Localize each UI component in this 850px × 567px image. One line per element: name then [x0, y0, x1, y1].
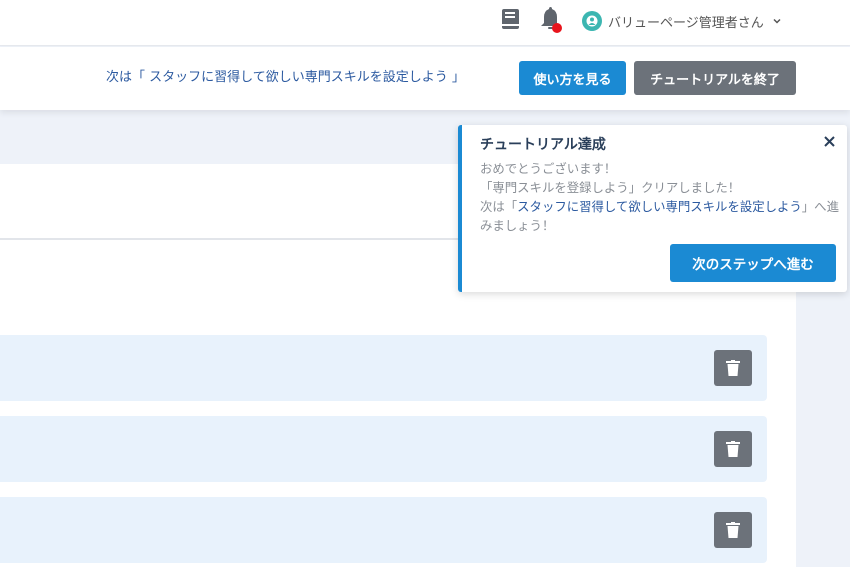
skill-row — [0, 335, 767, 401]
trash-icon — [726, 360, 740, 376]
tutorial-complete-popup: チュートリアル達成 おめでとうございます！ 「専門スキルを登録しよう」クリアしま… — [458, 125, 847, 292]
next-step-button[interactable]: 次のステップへ進む — [670, 244, 836, 282]
skill-row — [0, 416, 767, 482]
end-tutorial-button[interactable]: チュートリアルを終了 — [634, 61, 796, 95]
popup-body: おめでとうございます！ 「専門スキルを登録しよう」クリアしました！ 次は「スタッ… — [480, 159, 840, 235]
tutorial-bar: 次は「 スタッフに習得して欲しい専門スキルを設定しよう 」 使い方を見る チュー… — [0, 47, 850, 110]
book-icon[interactable] — [501, 8, 520, 30]
close-icon — [823, 135, 835, 147]
popup-line: 「専門スキルを登録しよう」クリアしました！ — [480, 180, 741, 195]
user-menu[interactable]: バリューページ管理者さん — [582, 10, 782, 32]
skill-row — [0, 497, 767, 563]
delete-button[interactable] — [714, 512, 752, 548]
chevron-down-icon[interactable] — [772, 16, 782, 26]
close-button[interactable] — [821, 133, 837, 149]
popup-title: チュートリアル達成 — [480, 137, 606, 153]
bell-icon[interactable] — [539, 7, 563, 33]
delete-button[interactable] — [714, 350, 752, 386]
top-header: バリューページ管理者さん — [0, 0, 850, 46]
popup-text: 次は「 — [480, 199, 518, 214]
popup-line: 次は「スタッフに習得して欲しい専門スキルを設定しよう」へ進みましょう！ — [480, 197, 840, 235]
user-avatar-icon — [582, 11, 602, 31]
trash-icon — [726, 522, 740, 538]
howto-button[interactable]: 使い方を見る — [519, 61, 626, 95]
trash-icon — [726, 441, 740, 457]
popup-line: おめでとうございます！ — [480, 161, 617, 176]
delete-button[interactable] — [714, 431, 752, 467]
user-name: バリューページ管理者さん — [608, 15, 764, 31]
tutorial-next-message: 次は「 スタッフに習得して欲しい専門スキルを設定しよう 」 — [106, 70, 465, 85]
next-step-link[interactable]: スタッフに習得して欲しい専門スキルを設定しよう — [517, 199, 802, 214]
notification-dot — [552, 23, 562, 33]
